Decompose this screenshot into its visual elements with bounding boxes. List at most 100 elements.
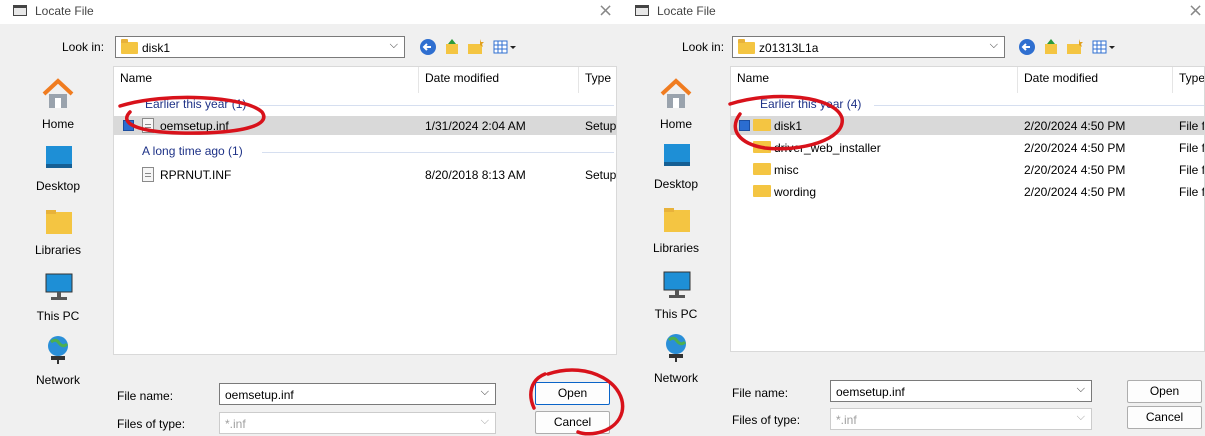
- place-this-pc[interactable]: This PC: [636, 270, 716, 321]
- file-name-value: oemsetup.inf: [225, 388, 294, 402]
- look-in-dropdown[interactable]: disk1 ⌵: [115, 36, 405, 58]
- place-this-pc[interactable]: This PC: [18, 272, 98, 323]
- network-icon: [666, 334, 687, 362]
- list-item[interactable]: disk1 2/20/2024 4:50 PM File fo: [731, 116, 1204, 135]
- file-name-input[interactable]: oemsetup.inf ⌵: [219, 383, 496, 405]
- files-of-type-dropdown[interactable]: *.inf ⌵: [219, 412, 496, 434]
- column-header-type[interactable]: Type: [579, 67, 616, 93]
- files-of-type-dropdown[interactable]: *.inf ⌵: [830, 408, 1092, 430]
- look-in-dropdown[interactable]: z01313L1a ⌵: [732, 36, 1005, 58]
- item-name: oemsetup.inf: [160, 119, 229, 133]
- title-bar: Locate File ×: [0, 0, 622, 24]
- place-desktop[interactable]: Desktop: [18, 144, 98, 193]
- column-header-name[interactable]: Name: [114, 67, 419, 93]
- window-icon: [635, 5, 649, 16]
- file-name-input[interactable]: oemsetup.inf ⌵: [830, 380, 1092, 402]
- cancel-button[interactable]: Cancel: [535, 411, 610, 434]
- file-list[interactable]: Name Date modified Type Earlier this yea…: [730, 66, 1205, 352]
- item-checkbox[interactable]: [739, 120, 750, 131]
- cancel-button[interactable]: Cancel: [1127, 406, 1202, 429]
- place-label: Network: [35, 373, 80, 387]
- list-item[interactable]: RPRNUT.INF 8/20/2018 8:13 AM Setup: [114, 165, 616, 184]
- close-button[interactable]: ×: [1188, 0, 1203, 22]
- inf-file-icon: [142, 167, 154, 182]
- item-type: File fo: [1179, 185, 1205, 199]
- view-menu-icon[interactable]: [1092, 40, 1115, 54]
- look-in-value: disk1: [142, 41, 171, 55]
- item-name: disk1: [774, 119, 803, 133]
- item-name: wording: [774, 185, 817, 199]
- folder-icon: [121, 39, 138, 54]
- up-folder-icon[interactable]: [1045, 39, 1057, 54]
- files-of-type-label: Files of type:: [117, 417, 186, 431]
- locate-file-dialog-left: Locate File × Look in: disk1 ⌵ Home Desk…: [0, 0, 622, 436]
- place-label: Home: [659, 117, 692, 131]
- new-folder-icon[interactable]: [468, 39, 484, 54]
- file-name-value: oemsetup.inf: [836, 385, 905, 399]
- item-date: 2/20/2024 4:50 PM: [1024, 163, 1126, 177]
- view-menu-icon[interactable]: [493, 40, 516, 54]
- libraries-icon: [46, 210, 72, 234]
- window-icon: [13, 5, 27, 16]
- group-divider: [259, 105, 614, 106]
- place-label: Libraries: [652, 241, 700, 255]
- chevron-down-icon: ⌵: [1076, 383, 1085, 395]
- locate-file-dialog-right: Locate File × Look in: z01313L1a ⌵ Home …: [622, 0, 1205, 436]
- back-icon[interactable]: [420, 39, 436, 55]
- look-in-label: Look in:: [682, 40, 725, 54]
- place-libraries[interactable]: Libraries: [636, 206, 716, 255]
- folder-icon: [753, 119, 771, 131]
- group-divider: [262, 152, 614, 153]
- column-header-type[interactable]: Type: [1173, 67, 1204, 93]
- inf-file-icon: [142, 118, 154, 133]
- place-network[interactable]: Network: [18, 334, 98, 387]
- new-folder-icon[interactable]: [1067, 39, 1083, 54]
- place-label: This PC: [654, 307, 698, 321]
- folder-icon: [753, 185, 771, 197]
- list-item[interactable]: driver_web_installer 2/20/2024 4:50 PM F…: [731, 138, 1204, 157]
- desktop-icon: [664, 144, 690, 166]
- computer-icon: [45, 273, 73, 300]
- place-label: Desktop: [35, 179, 81, 193]
- list-item[interactable]: oemsetup.inf 1/31/2024 2:04 AM Setup: [114, 116, 617, 135]
- list-item[interactable]: wording 2/20/2024 4:50 PM File fo: [731, 182, 1205, 201]
- home-icon: [42, 78, 74, 108]
- column-header-date-modified[interactable]: Date modified: [1018, 67, 1173, 93]
- close-button[interactable]: ×: [598, 0, 613, 22]
- up-folder-icon[interactable]: [446, 39, 458, 54]
- place-libraries[interactable]: Libraries: [18, 208, 98, 257]
- navigation-toolbar: [1019, 39, 1115, 55]
- folder-icon: [753, 141, 771, 153]
- place-network[interactable]: Network: [636, 332, 716, 385]
- open-button[interactable]: Open: [1127, 380, 1202, 403]
- place-home[interactable]: Home: [636, 78, 716, 131]
- group-header[interactable]: Earlier this year (1): [145, 97, 246, 111]
- look-in-value: z01313L1a: [759, 41, 819, 55]
- item-date: 8/20/2018 8:13 AM: [425, 168, 526, 182]
- place-label: This PC: [36, 309, 80, 323]
- item-type: Setup: [585, 119, 617, 133]
- files-of-type-value: *.inf: [836, 413, 857, 427]
- title-bar: Locate File ×: [622, 0, 1205, 24]
- column-header-name[interactable]: Name: [731, 67, 1018, 93]
- item-checkbox[interactable]: [123, 120, 134, 131]
- item-type: File fo: [1179, 163, 1205, 177]
- file-name-label: File name:: [117, 389, 174, 403]
- place-home[interactable]: Home: [18, 78, 98, 131]
- files-of-type-value: *.inf: [225, 417, 246, 431]
- list-item[interactable]: misc 2/20/2024 4:50 PM File fo: [731, 160, 1205, 179]
- network-icon: [48, 336, 69, 364]
- open-button[interactable]: Open: [535, 382, 610, 405]
- item-name: RPRNUT.INF: [160, 168, 232, 182]
- place-label: Home: [41, 117, 74, 131]
- back-icon[interactable]: [1019, 39, 1035, 55]
- look-in-label: Look in:: [62, 40, 105, 54]
- computer-icon: [663, 271, 691, 298]
- group-header[interactable]: Earlier this year (4): [760, 97, 861, 111]
- group-header[interactable]: A long time ago (1): [142, 144, 243, 158]
- file-list[interactable]: Name Date modified Type Earlier this yea…: [113, 66, 617, 355]
- desktop-icon: [46, 146, 72, 168]
- place-label: Desktop: [653, 177, 699, 191]
- column-header-date-modified[interactable]: Date modified: [419, 67, 579, 93]
- place-desktop[interactable]: Desktop: [636, 142, 716, 191]
